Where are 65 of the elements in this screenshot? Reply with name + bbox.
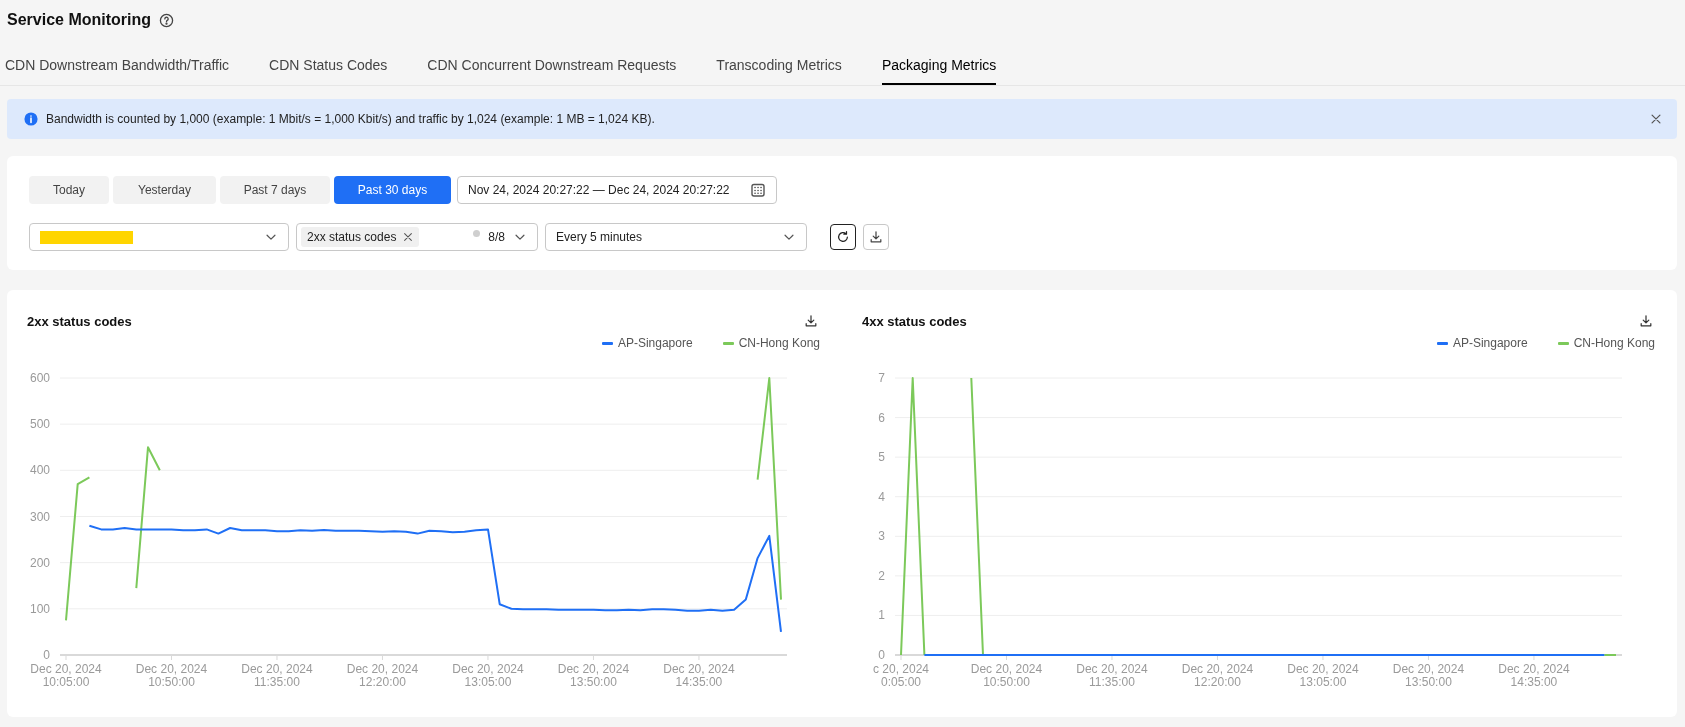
x-axis-label: Dec 20, 2024 13:05:00	[1287, 662, 1359, 689]
tab[interactable]: Packaging Metrics	[881, 57, 997, 85]
y-axis-label: 600	[29, 371, 50, 385]
download-icon	[804, 314, 818, 328]
tab[interactable]: CDN Concurrent Downstream Requests	[427, 57, 677, 85]
calendar-icon	[750, 182, 766, 198]
info-icon	[24, 112, 38, 126]
tab[interactable]: CDN Downstream Bandwidth/Traffic	[5, 57, 230, 85]
y-axis-label: 0	[43, 648, 50, 662]
time-range-button[interactable]: Today	[29, 176, 109, 204]
x-axis-label: Dec 20, 2024 13:50:00	[1392, 662, 1465, 689]
y-axis-label: 4	[878, 489, 885, 504]
x-axis-label: Dec 20, 2024 13:50:00	[557, 662, 630, 689]
close-icon	[1649, 112, 1663, 126]
time-range-button[interactable]: Past 7 days	[220, 176, 330, 204]
y-axis-label: 6	[878, 410, 885, 425]
indicator-dot	[473, 230, 481, 237]
y-axis-label: 7	[878, 371, 885, 385]
tab[interactable]: Transcoding Metrics	[716, 57, 842, 85]
x-axis-label: Dec 20, 2024 14:35:00	[1498, 662, 1570, 689]
help-icon[interactable]	[159, 12, 175, 28]
page-title: Service Monitoring	[7, 11, 152, 29]
legend-item[interactable]: AP-Singapore	[601, 336, 693, 350]
legend-item[interactable]: AP-Singapore	[1436, 336, 1528, 350]
remove-icon[interactable]	[402, 231, 415, 243]
y-axis-label: 200	[29, 555, 50, 570]
selection-count: 8/8	[488, 230, 505, 244]
time-range-button[interactable]: Past 30 days	[334, 176, 451, 204]
y-axis-label: 300	[29, 509, 50, 524]
legend-item[interactable]: CN-Hong Kong	[722, 336, 820, 350]
x-axis-label: Dec 20, 2024 11:35:00	[241, 662, 313, 689]
x-axis-label: Dec 20, 2024 10:50:00	[970, 662, 1043, 689]
legend-item[interactable]: CN-Hong Kong	[1557, 336, 1655, 350]
x-axis-label: Dec 20, 2024 10:05:00	[30, 662, 102, 689]
x-axis-label: Dec 20, 2024 13:05:00	[452, 662, 524, 689]
download-button[interactable]	[863, 224, 889, 250]
refresh-button[interactable]	[830, 224, 856, 250]
x-axis-label: c 20, 2024 0:05:00	[873, 662, 929, 689]
date-range-field[interactable]: Nov 24, 2024 20:27:22 — Dec 24, 2024 20:27:22	[457, 176, 777, 204]
y-axis-label: 100	[29, 601, 50, 616]
x-axis-label: Dec 20, 2024 14:35:00	[663, 662, 735, 689]
x-axis-label: Dec 20, 2024 12:20:00	[1181, 662, 1254, 689]
download-icon	[1639, 314, 1653, 328]
date-range-value: Nov 24, 2024 20:27:22 — Dec 24, 2024 20:27:22	[468, 183, 730, 197]
tag-label: 2xx status codes	[307, 230, 397, 244]
y-axis-label: 0	[878, 648, 885, 662]
x-axis-label: Dec 20, 2024 12:20:00	[346, 662, 419, 689]
x-axis-label: Dec 20, 2024 11:35:00	[1076, 662, 1148, 689]
refresh-icon	[836, 230, 850, 244]
tab[interactable]: CDN Status Codes	[269, 57, 388, 85]
y-axis-label: 3	[878, 529, 885, 544]
interval-select[interactable]: Every 5 minutes	[545, 223, 807, 251]
y-axis-label: 2	[878, 568, 885, 583]
interval-value: Every 5 minutes	[556, 230, 643, 244]
y-axis-label: 400	[29, 463, 50, 478]
chart-title: 2xx status codes	[27, 313, 132, 329]
x-axis-label: Dec 20, 2024 10:50:00	[135, 662, 208, 689]
time-range-button[interactable]: Yesterday	[113, 176, 216, 204]
download-icon	[869, 230, 883, 244]
chart-title: 4xx status codes	[862, 313, 967, 329]
y-axis-label: 500	[29, 417, 50, 432]
status-code-select[interactable]: 2xx status codes 8/8	[296, 223, 538, 251]
info-text: Bandwidth is counted by 1,000 (example: 1 Mbit/s = 1,000 Kbit/s) and traffic by 1,024 (example: 1 MB = 1,024 KB).	[46, 112, 656, 126]
y-axis-label: 5	[878, 450, 885, 465]
y-axis-label: 1	[878, 608, 885, 623]
